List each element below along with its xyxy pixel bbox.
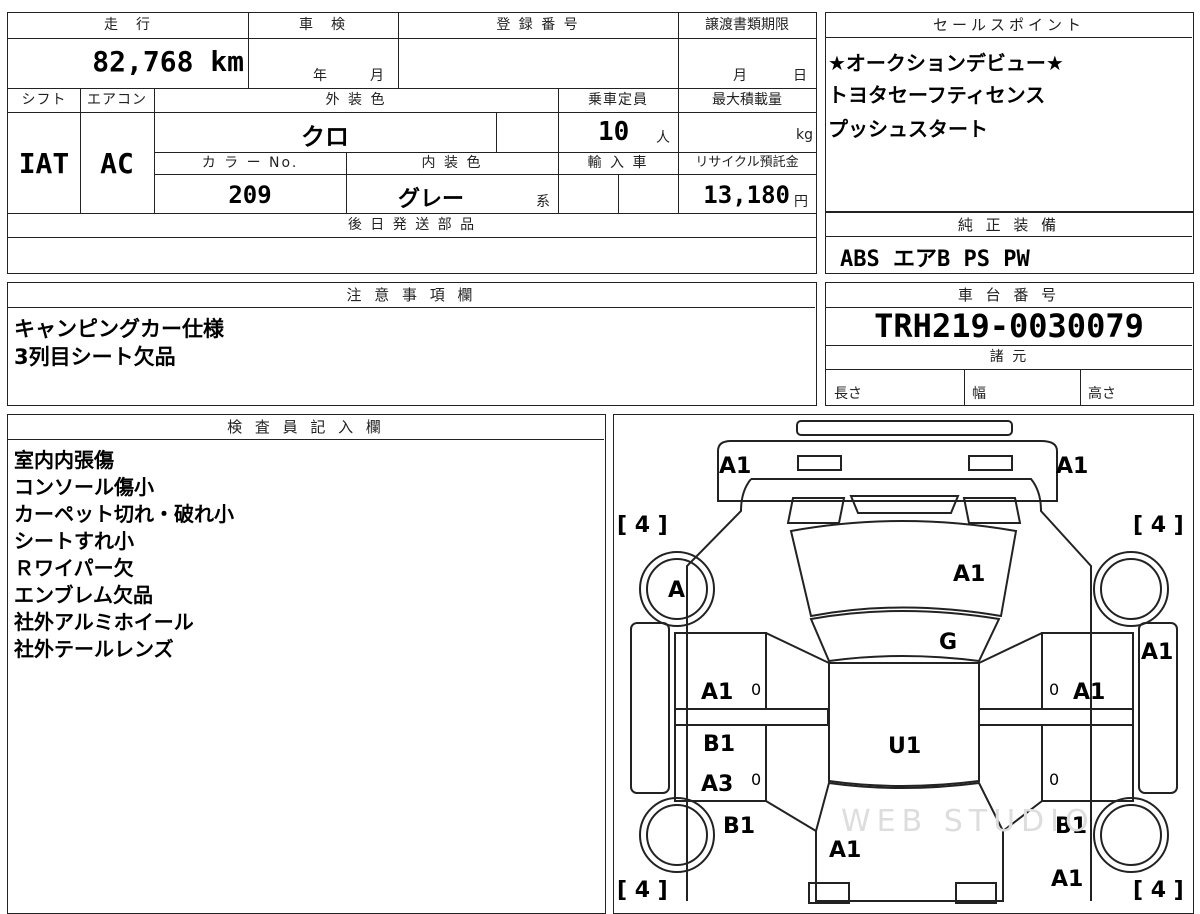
interior-color-value: グレー bbox=[397, 187, 464, 212]
zero-mark-4: 0 bbox=[1049, 770, 1059, 789]
mark-front-bumper-right: A1 bbox=[1056, 454, 1088, 479]
mark-rear-hatch: A1 bbox=[829, 838, 861, 863]
color-no-label: カ ラ ー No. bbox=[201, 155, 299, 171]
inspector-line-6: エンブレム欠品 bbox=[14, 583, 153, 607]
sales-points-label: セールスポイント bbox=[826, 13, 1192, 38]
aircon-label: エアコン bbox=[87, 92, 147, 108]
transfer-deadline-label: 譲渡書類期限 bbox=[705, 17, 789, 33]
car-diagram: [ 4 ] [ 4 ] [ 4 ] [ 4 ] A1 A1 A1 A G A1 … bbox=[617, 420, 1184, 904]
mark-left-front-door: A1 bbox=[701, 680, 733, 705]
shift-value: IAT bbox=[18, 147, 70, 180]
capacity-value: 10 bbox=[598, 117, 630, 147]
length-label: 長さ bbox=[834, 386, 862, 402]
inspector-line-1: 室内内張傷 bbox=[14, 448, 114, 472]
sales-points-box: セールスポイント ★オークションデビュー★ トヨタセーフティセンス プッシュスタ… bbox=[825, 12, 1194, 212]
inspector-line-7: 社外アルミホイール bbox=[14, 610, 194, 634]
inspection-label: 車 検 bbox=[299, 17, 347, 33]
shift-label: シフト bbox=[21, 92, 67, 108]
mileage-value: 82,768 km bbox=[92, 45, 244, 78]
zero-mark-1: 0 bbox=[751, 680, 761, 699]
exterior-color-value: クロ bbox=[301, 123, 349, 151]
mark-left-rear-quarter: B1 bbox=[723, 814, 755, 839]
mark-right-front-door: A1 bbox=[1073, 680, 1105, 705]
mileage-label: 走 行 bbox=[104, 17, 152, 33]
zero-mark-2: 0 bbox=[1049, 680, 1059, 699]
mark-windshield: G bbox=[939, 630, 957, 655]
color-no-value: 209 bbox=[228, 181, 272, 209]
chassis-number: TRH219-0030079 bbox=[874, 307, 1144, 345]
inspector-line-5: Ｒワイパー欠 bbox=[14, 556, 134, 580]
mark-hood: A1 bbox=[953, 562, 985, 587]
equipment-value: ABS エアB PS PW bbox=[840, 247, 1030, 272]
mark-left-rear-door-lower: A3 bbox=[701, 772, 733, 797]
sales-point-2: トヨタセーフティセンス bbox=[828, 83, 1046, 107]
inspector-line-3: カーペット切れ・破れ小 bbox=[14, 502, 234, 526]
deadline-day: 日 bbox=[793, 68, 807, 84]
mark-roof: U1 bbox=[888, 734, 921, 759]
import-label: 輸 入 車 bbox=[587, 155, 649, 171]
equipment-box: 純 正 装 備 ABS エアB PS PW bbox=[825, 212, 1194, 274]
equipment-label: 純 正 装 備 bbox=[826, 213, 1192, 237]
later-parts-label: 後 日 発 送 部 品 bbox=[347, 217, 477, 233]
inspection-year: 年 bbox=[313, 68, 327, 84]
note-line-1: キャンピングカー仕様 bbox=[14, 317, 224, 341]
capacity-label: 乗車定員 bbox=[588, 92, 648, 108]
inspector-label: 検 査 員 記 入 欄 bbox=[8, 415, 604, 440]
notes-box: 注 意 事 項 欄 キャンピングカー仕様 3列目シート欠品 bbox=[7, 282, 817, 406]
note-line-2: 3列目シート欠品 bbox=[14, 345, 176, 369]
registration-label: 登 録 番 号 bbox=[496, 17, 580, 33]
inspector-box: 検 査 員 記 入 欄 室内内張傷 コンソール傷小 カーペット切れ・破れ小 シー… bbox=[7, 414, 606, 914]
inspector-line-8: 社外テールレンズ bbox=[14, 637, 174, 661]
recycle-value: 13,180 bbox=[703, 181, 790, 209]
max-load-label: 最大積載量 bbox=[712, 92, 782, 108]
interior-color-suffix: 系 bbox=[536, 194, 550, 210]
watermark: WEB STUDIO bbox=[841, 804, 1095, 839]
aircon-value: AC bbox=[100, 147, 134, 180]
notes-label: 注 意 事 項 欄 bbox=[8, 283, 815, 308]
tire-fl: [ 4 ] bbox=[617, 513, 668, 538]
mark-front-bumper-left: A1 bbox=[719, 454, 751, 479]
inspection-month: 月 bbox=[370, 68, 384, 84]
capacity-unit: 人 bbox=[656, 130, 670, 146]
sales-point-3: プッシュスタート bbox=[828, 117, 988, 141]
sales-point-1: ★オークションデビュー★ bbox=[828, 51, 1064, 75]
mark-front-wheel-left: A bbox=[668, 578, 685, 603]
chassis-box: 車 台 番 号 TRH219-0030079 諸 元 長さ 幅 高さ bbox=[825, 282, 1194, 406]
chassis-label: 車 台 番 号 bbox=[826, 283, 1192, 308]
spec-label: 諸 元 bbox=[989, 349, 1029, 365]
interior-color-label: 内 装 色 bbox=[421, 155, 483, 171]
inspector-line-4: シートすれ小 bbox=[14, 529, 134, 553]
tire-rl: [ 4 ] bbox=[617, 878, 668, 903]
mark-left-rear-door-upper: B1 bbox=[703, 732, 735, 757]
mark-right-fender: A1 bbox=[1141, 640, 1173, 665]
damage-diagram-box: [ 4 ] [ 4 ] [ 4 ] [ 4 ] A1 A1 A1 A G A1 … bbox=[613, 414, 1194, 914]
recycle-unit: 円 bbox=[794, 194, 808, 210]
tire-fr: [ 4 ] bbox=[1133, 513, 1184, 538]
max-load-unit: kg bbox=[796, 127, 813, 143]
deadline-month: 月 bbox=[733, 68, 747, 84]
recycle-label: リサイクル預託金 bbox=[695, 155, 799, 170]
zero-mark-3: 0 bbox=[751, 770, 761, 789]
height-label: 高さ bbox=[1088, 386, 1116, 402]
inspector-line-2: コンソール傷小 bbox=[14, 475, 154, 499]
exterior-color-label: 外 装 色 bbox=[325, 92, 387, 108]
vehicle-info-table: 走 行 車 検 登 録 番 号 譲渡書類期限 82,768 km 年 月 月 日… bbox=[7, 12, 817, 274]
width-label: 幅 bbox=[972, 386, 986, 402]
mark-rear-right: A1 bbox=[1051, 867, 1083, 892]
tire-rr: [ 4 ] bbox=[1133, 878, 1184, 903]
